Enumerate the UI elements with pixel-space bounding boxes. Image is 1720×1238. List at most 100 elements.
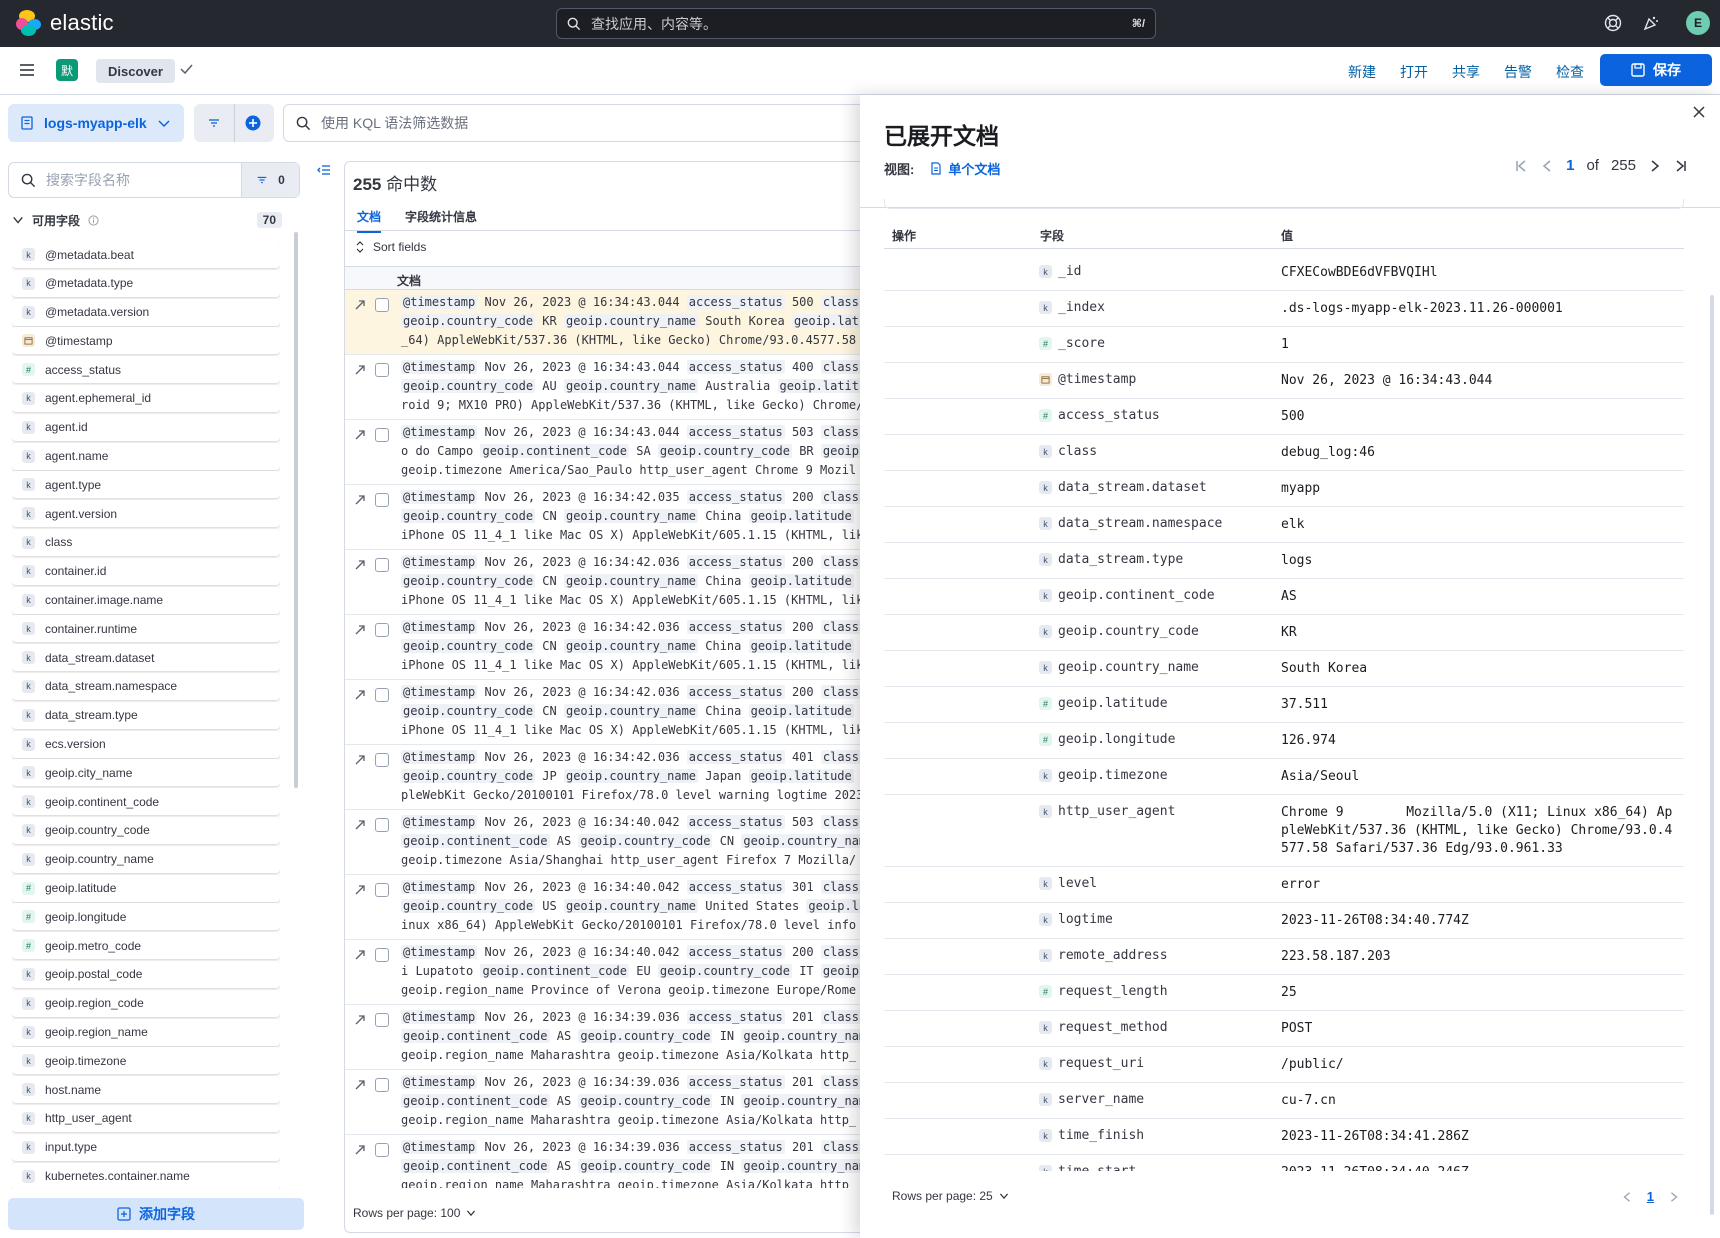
row-checkbox[interactable]: [375, 558, 389, 572]
save-button[interactable]: 保存: [1600, 54, 1712, 86]
expand-document-icon[interactable]: [353, 493, 367, 507]
field-item[interactable]: k @metadata.beat: [12, 241, 280, 268]
field-table-row[interactable]: @timestamp Nov 26, 2023 @ 16:34:43.044: [884, 363, 1684, 399]
field-item[interactable]: k agent.type: [12, 471, 280, 499]
alerts-link[interactable]: 告警: [1504, 62, 1532, 82]
field-table-row[interactable]: # request_length 25: [884, 975, 1684, 1011]
field-item[interactable]: k input.type: [12, 1133, 280, 1161]
field-table-row[interactable]: k geoip.country_name South Korea: [884, 651, 1684, 687]
row-checkbox[interactable]: [375, 1013, 389, 1027]
check-icon[interactable]: [178, 61, 196, 79]
next-page-icon[interactable]: [1668, 1191, 1680, 1203]
field-item[interactable]: k data_stream.type: [12, 701, 280, 729]
expand-document-icon[interactable]: [353, 558, 367, 572]
field-item[interactable]: k geoip.continent_code: [12, 788, 280, 816]
table-row[interactable]: @timestamp Nov 26, 2023 @ 16:34:39.036 a…: [345, 1005, 863, 1070]
table-row[interactable]: @timestamp Nov 26, 2023 @ 16:34:42.036 a…: [345, 680, 863, 745]
field-table-row[interactable]: k server_name cu-7.cn: [884, 1083, 1684, 1119]
expand-document-icon[interactable]: [353, 428, 367, 442]
table-row[interactable]: @timestamp Nov 26, 2023 @ 16:34:42.035 a…: [345, 485, 863, 550]
field-search-input[interactable]: 搜索字段名称 0: [8, 162, 300, 198]
expand-document-icon[interactable]: [353, 298, 367, 312]
field-table-row[interactable]: k time_finish 2023-11-26T08:34:41.286Z: [884, 1119, 1684, 1155]
field-table-row[interactable]: k request_uri/public/: [884, 1047, 1684, 1083]
field-table-row[interactable]: k data_stream.type logs: [884, 543, 1684, 579]
row-checkbox[interactable]: [375, 818, 389, 832]
field-item[interactable]: k data_stream.dataset: [12, 644, 280, 672]
table-row[interactable]: @timestamp Nov 26, 2023 @ 16:34:42.036 a…: [345, 615, 863, 680]
field-item[interactable]: k geoip.city_name: [12, 759, 280, 787]
previous-page-icon[interactable]: [1621, 1191, 1633, 1203]
table-row[interactable]: @timestamp Nov 26, 2023 @ 16:34:39.036 a…: [345, 1135, 863, 1188]
field-item[interactable]: k host.name: [12, 1076, 280, 1104]
field-item[interactable]: k geoip.region_name: [12, 1018, 280, 1046]
available-fields-header[interactable]: 可用字段 70: [12, 210, 282, 230]
field-table-row[interactable]: k remote_address 223.58.187.203: [884, 939, 1684, 975]
rows-per-page-select[interactable]: Rows per page: 100: [353, 1206, 476, 1220]
field-item[interactable]: k agent.name: [12, 442, 280, 470]
single-document-link[interactable]: 单个文档: [930, 159, 1000, 178]
expand-document-icon[interactable]: [353, 948, 367, 962]
field-item[interactable]: k agent.ephemeral_id: [12, 384, 280, 412]
table-row[interactable]: @timestamp Nov 26, 2023 @ 16:34:43.044 a…: [345, 355, 863, 420]
row-checkbox[interactable]: [375, 623, 389, 637]
field-item[interactable]: k agent.id: [12, 413, 280, 441]
field-table-row[interactable]: # access_status 500: [884, 399, 1684, 435]
expand-document-icon[interactable]: [353, 883, 367, 897]
row-checkbox[interactable]: [375, 428, 389, 442]
field-table-row[interactable]: k _id CFXECowBDE6dVFBVQIHl: [884, 255, 1684, 291]
field-table-row[interactable]: k data_stream.dataset myapp: [884, 471, 1684, 507]
field-table-row[interactable]: k geoip.timezone Asia/Seoul: [884, 759, 1684, 795]
expand-document-icon[interactable]: [353, 753, 367, 767]
field-table-row[interactable]: # geoip.longitude 126.974: [884, 723, 1684, 759]
help-icon[interactable]: [1602, 12, 1624, 34]
field-item[interactable]: @timestamp: [12, 327, 280, 355]
field-item[interactable]: k geoip.postal_code: [12, 960, 280, 988]
field-table-row[interactable]: k _index .ds-logs-myapp-elk-2023.11.26-000…: [884, 291, 1684, 327]
add-field-button[interactable]: 添加字段: [8, 1198, 304, 1230]
field-item[interactable]: k geoip.country_name: [12, 845, 280, 873]
collapse-sidebar-icon[interactable]: [316, 162, 332, 178]
inspect-link[interactable]: 检查: [1556, 62, 1584, 82]
row-checkbox[interactable]: [375, 688, 389, 702]
table-row[interactable]: @timestamp Nov 26, 2023 @ 16:34:42.036 a…: [345, 550, 863, 615]
user-avatar[interactable]: E: [1686, 11, 1710, 35]
field-item[interactable]: k @metadata.type: [12, 269, 280, 297]
previous-page-icon[interactable]: [1540, 159, 1554, 173]
expand-document-icon[interactable]: [353, 1078, 367, 1092]
field-table-row[interactable]: k logtime 2023-11-26T08:34:40.774Z: [884, 903, 1684, 939]
table-row[interactable]: @timestamp Nov 26, 2023 @ 16:34:40.042 a…: [345, 810, 863, 875]
sort-fields-button[interactable]: Sort fields: [355, 240, 426, 254]
last-page-icon[interactable]: [1674, 159, 1688, 173]
row-checkbox[interactable]: [375, 493, 389, 507]
row-checkbox[interactable]: [375, 1143, 389, 1157]
table-row[interactable]: @timestamp Nov 26, 2023 @ 16:34:43.044 a…: [345, 290, 863, 355]
field-item[interactable]: # geoip.longitude: [12, 903, 280, 931]
field-item[interactable]: # geoip.latitude: [12, 874, 280, 902]
row-checkbox[interactable]: [375, 1078, 389, 1092]
row-checkbox[interactable]: [375, 883, 389, 897]
news-feed-icon[interactable]: [1640, 12, 1662, 34]
field-item[interactable]: k ecs.version: [12, 730, 280, 758]
flyout-rows-per-page[interactable]: Rows per page: 25: [892, 1189, 1009, 1203]
field-table-row[interactable]: k time_start 2023-11-26T08:34:40.246Z: [884, 1155, 1684, 1171]
row-checkbox[interactable]: [375, 948, 389, 962]
table-row[interactable]: @timestamp Nov 26, 2023 @ 16:34:43.044 a…: [345, 420, 863, 485]
field-table-row[interactable]: k request_method POST: [884, 1011, 1684, 1047]
field-table-row[interactable]: k geoip.continent_code AS: [884, 579, 1684, 615]
breadcrumb-discover[interactable]: Discover: [96, 59, 175, 83]
filter-icon[interactable]: [207, 116, 221, 130]
field-item[interactable]: k geoip.timezone: [12, 1047, 280, 1075]
sidebar-scrollbar[interactable]: [294, 232, 298, 788]
data-view-picker[interactable]: logs-myapp-elk: [8, 104, 184, 142]
expand-document-icon[interactable]: [353, 688, 367, 702]
table-row[interactable]: @timestamp Nov 26, 2023 @ 16:34:42.036 a…: [345, 745, 863, 810]
field-item[interactable]: k geoip.region_code: [12, 989, 280, 1017]
field-item[interactable]: k container.image.name: [12, 586, 280, 614]
add-filter-icon[interactable]: [245, 115, 261, 131]
field-item[interactable]: k geoip.country_code: [12, 816, 280, 844]
flyout-scrollbar[interactable]: [1710, 295, 1714, 1215]
expand-document-icon[interactable]: [353, 623, 367, 637]
field-item[interactable]: k kubernetes.container.name: [12, 1162, 280, 1189]
expand-document-icon[interactable]: [353, 1143, 367, 1157]
